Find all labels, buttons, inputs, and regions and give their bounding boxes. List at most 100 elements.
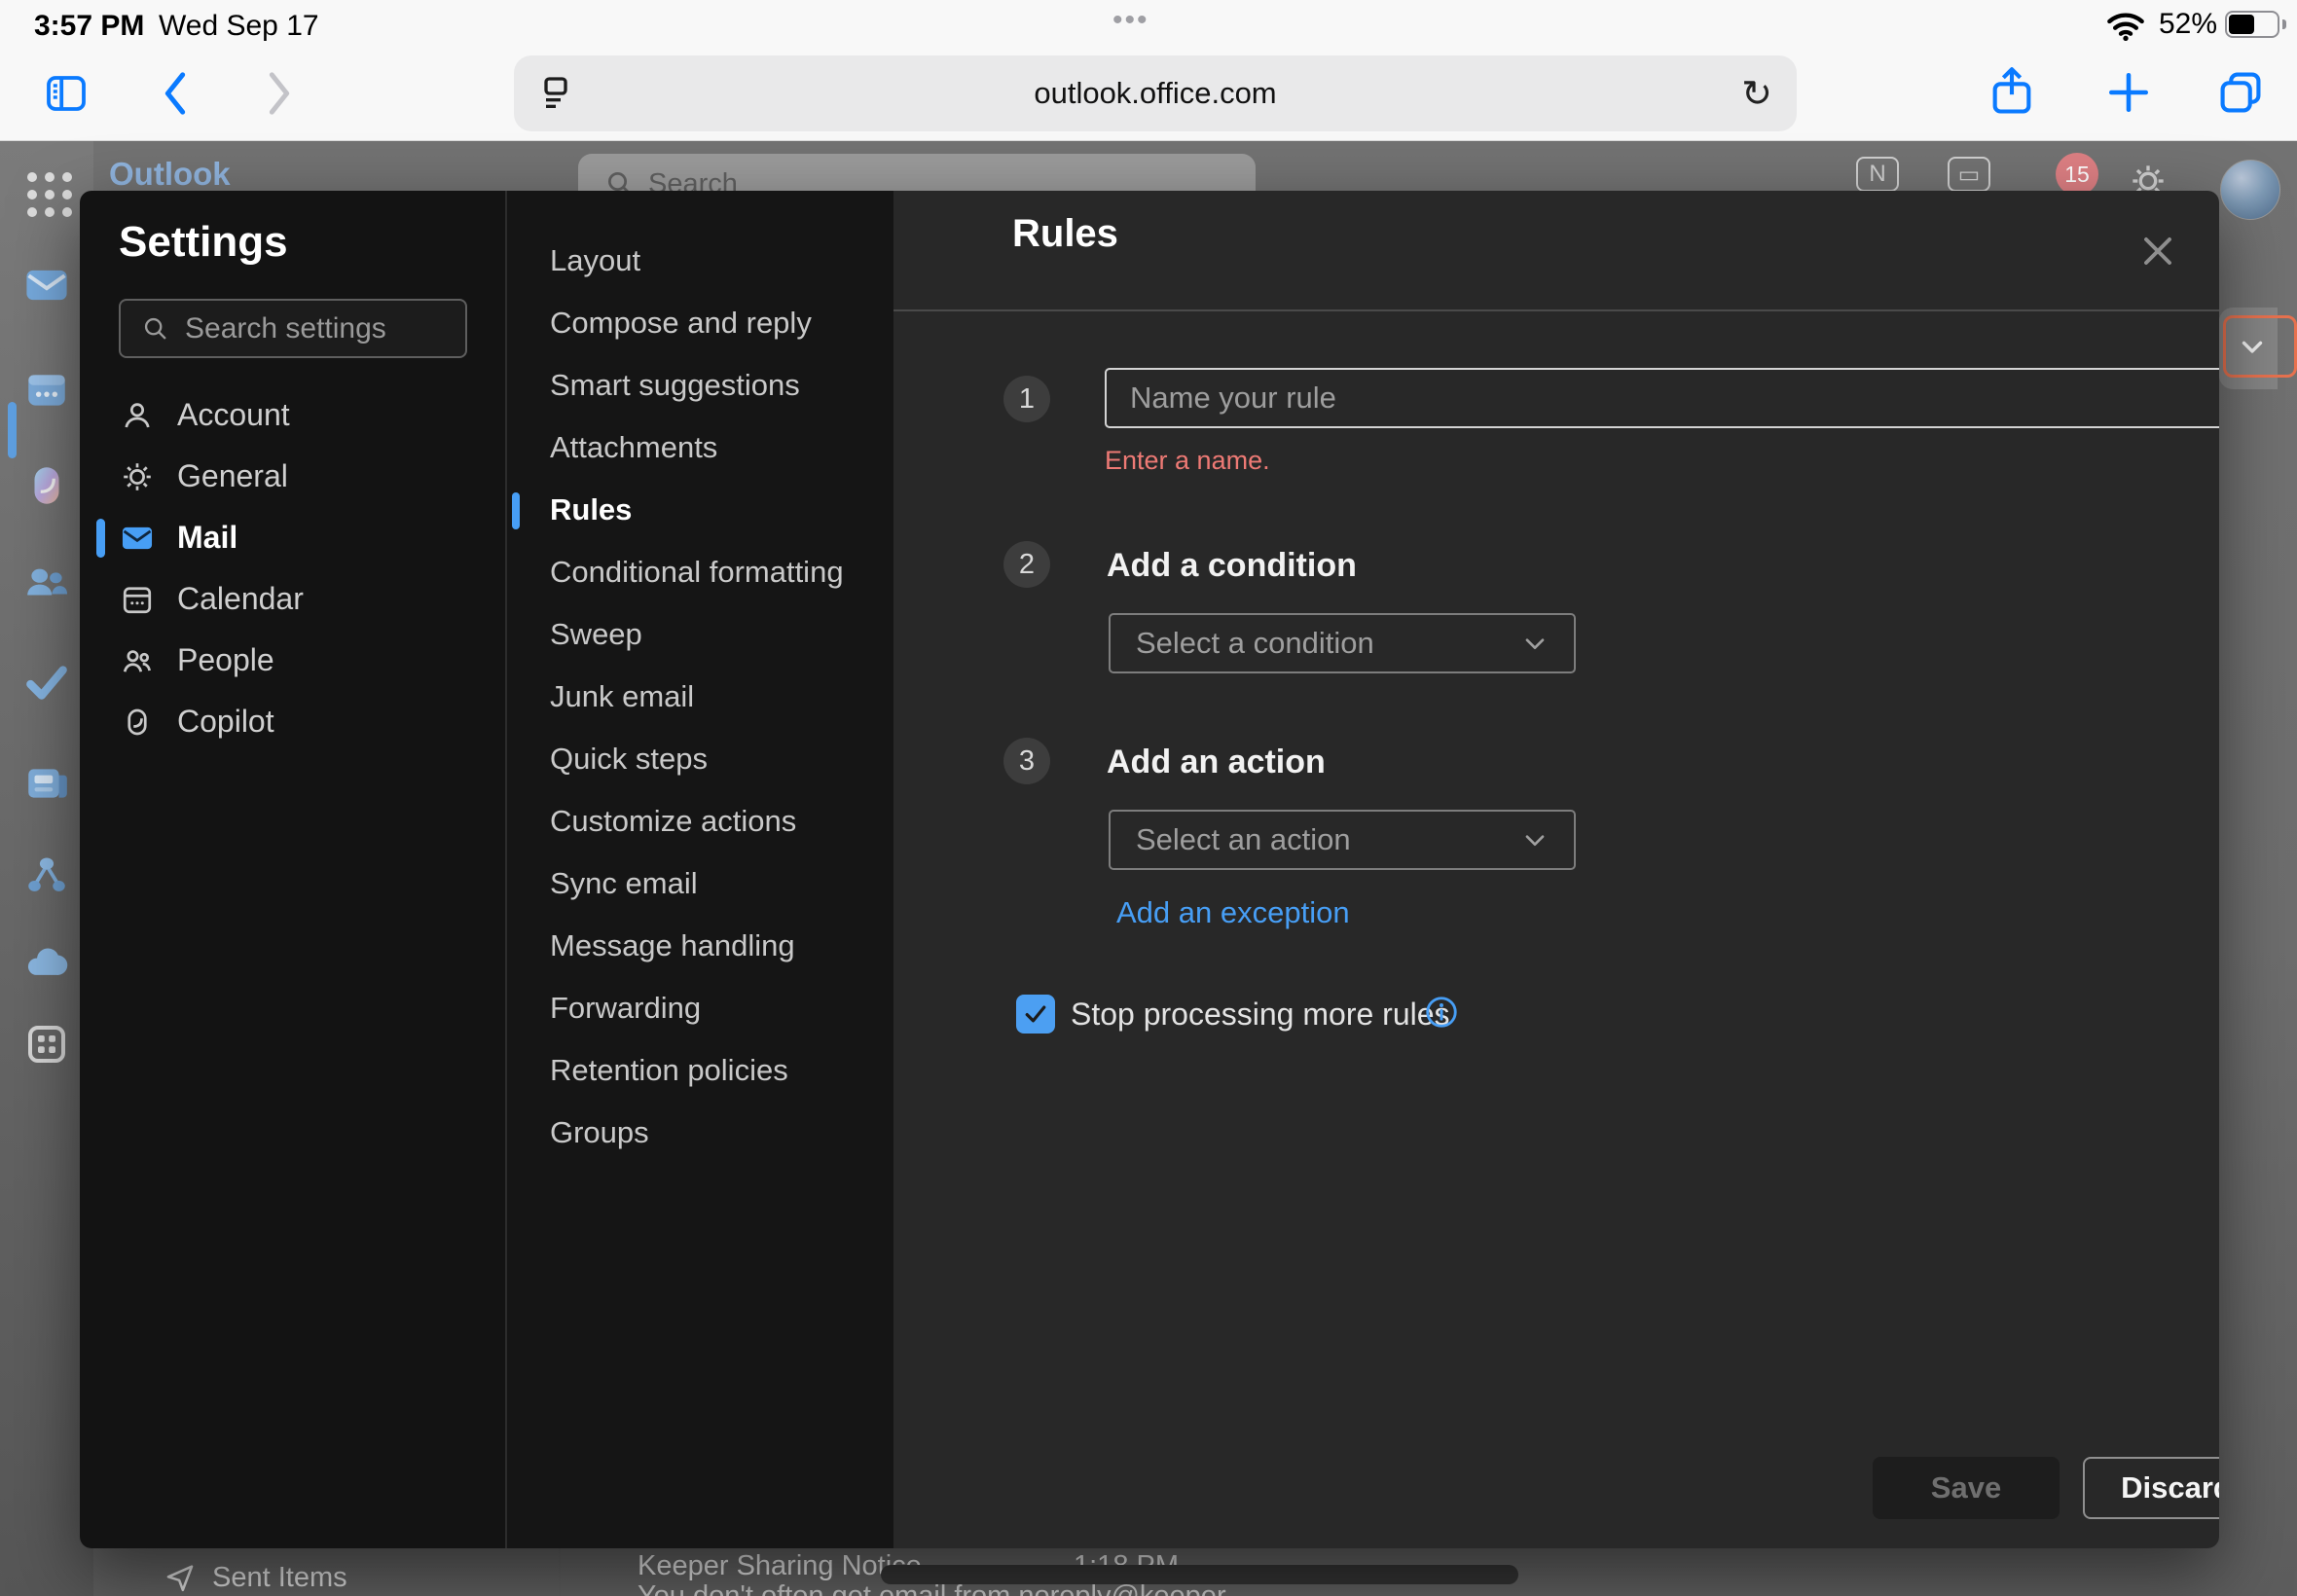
rail-calendar-icon[interactable] <box>19 363 74 417</box>
settings-nav-copilot[interactable]: Copilot <box>80 691 505 752</box>
chevron-down-icon <box>1519 628 1550 659</box>
name-error-text: Enter a name. <box>1105 446 1270 476</box>
step-1-badge: 1 <box>1003 376 1050 422</box>
check-icon <box>1021 999 1050 1029</box>
folder-sent-items[interactable]: Sent Items <box>164 1561 347 1594</box>
status-menu-dots[interactable]: ••• <box>1112 4 1149 37</box>
settings-nav-general[interactable]: General <box>80 446 505 507</box>
mail-nav-junk-email[interactable]: Junk email <box>507 666 893 728</box>
wifi-icon <box>2100 8 2151 45</box>
rail-news-icon[interactable] <box>19 756 74 811</box>
mail-nav-quick-steps[interactable]: Quick steps <box>507 728 893 790</box>
step-3-badge: 3 <box>1003 738 1050 784</box>
header-divider <box>893 309 2219 311</box>
tabs-overview-button[interactable] <box>2211 62 2270 123</box>
close-icon[interactable] <box>2133 227 2182 275</box>
rail-selected-indicator <box>8 402 17 458</box>
rail-more-apps-icon[interactable] <box>21 1019 72 1070</box>
back-button[interactable] <box>151 68 200 119</box>
reload-button[interactable]: ↻ <box>1732 69 1781 118</box>
share-button[interactable] <box>1982 60 2042 125</box>
mail-nav-compose[interactable]: Compose and reply <box>507 292 893 354</box>
battery-percent: 52% <box>2159 8 2217 41</box>
app-launcher-icon[interactable] <box>27 172 72 217</box>
mail-nav-sync-email[interactable]: Sync email <box>507 852 893 915</box>
settings-nav-mail[interactable]: Mail <box>80 507 505 568</box>
rail-mail-icon[interactable] <box>19 258 74 312</box>
rail-people-icon[interactable] <box>19 556 74 610</box>
mail-settings-nav: Layout Compose and reply Smart suggestio… <box>507 230 893 1164</box>
settings-nav-calendar[interactable]: Calendar <box>80 568 505 630</box>
selected-indicator <box>512 492 520 529</box>
rules-pane: Rules 1 Enter a name. 2 Add a condition … <box>893 191 2219 1548</box>
mail-nav-rules[interactable]: Rules <box>507 479 893 541</box>
forward-button[interactable] <box>255 68 304 119</box>
sidebar-toggle-button[interactable] <box>39 66 93 121</box>
mail-nav-layout[interactable]: Layout <box>507 230 893 292</box>
stop-processing-label: Stop processing more rules <box>1071 997 1450 1033</box>
settings-dialog: Settings Account General Mail <box>80 191 2219 1548</box>
email-subject[interactable]: Keeper Sharing Notice <box>638 1550 922 1582</box>
info-icon[interactable] <box>1423 994 1460 1031</box>
condition-select[interactable]: Select a condition <box>1109 613 1576 673</box>
mail-nav-groups[interactable]: Groups <box>507 1102 893 1164</box>
add-exception-link[interactable]: Add an exception <box>1116 895 1350 930</box>
mail-nav-smart-suggestions[interactable]: Smart suggestions <box>507 354 893 417</box>
search-icon <box>142 315 169 343</box>
rail-org-icon[interactable] <box>19 849 74 903</box>
account-icon <box>119 397 156 434</box>
discard-button[interactable]: Discard <box>2083 1457 2219 1519</box>
save-button[interactable]: Save <box>1873 1457 2060 1519</box>
user-avatar[interactable] <box>2220 160 2280 220</box>
folder-label: Sent Items <box>212 1562 347 1594</box>
home-indicator[interactable] <box>881 1565 1518 1584</box>
mail-nav-sweep[interactable]: Sweep <box>507 603 893 666</box>
dock-icon[interactable]: ▭ <box>1948 157 1990 192</box>
step-2-badge: 2 <box>1003 541 1050 588</box>
mail-nav-forwarding[interactable]: Forwarding <box>507 977 893 1039</box>
stop-processing-checkbox[interactable] <box>1016 995 1055 1034</box>
settings-search-box[interactable] <box>119 299 467 358</box>
background-error-dropdown[interactable] <box>2223 315 2297 378</box>
action-select[interactable]: Select an action <box>1109 810 1576 870</box>
battery-fill <box>2229 15 2254 34</box>
settings-title: Settings <box>119 218 288 267</box>
mail-nav-attachments[interactable]: Attachments <box>507 417 893 479</box>
mail-nav-message-handling[interactable]: Message handling <box>507 915 893 977</box>
notes-icon[interactable]: N <box>1856 157 1899 192</box>
gear-icon <box>119 458 156 495</box>
outlook-brand: Outlook <box>109 156 231 193</box>
battery-tip <box>2282 19 2286 29</box>
settings-nav-people[interactable]: People <box>80 630 505 691</box>
ipad-screen: 3:57 PM Wed Sep 17 ••• 52% outlook.offic… <box>0 0 2297 1596</box>
settings-search-input[interactable] <box>185 312 448 345</box>
condition-select-placeholder: Select a condition <box>1136 626 1374 661</box>
notification-badge[interactable]: 15 <box>2056 153 2098 196</box>
calendar-icon <box>119 581 156 618</box>
url-text: outlook.office.com <box>514 55 1797 131</box>
sent-icon <box>164 1561 197 1594</box>
people-icon <box>119 642 156 679</box>
mail-nav-conditional-formatting[interactable]: Conditional formatting <box>507 541 893 603</box>
rail-copilot-icon[interactable] <box>19 458 74 513</box>
settings-nav-account[interactable]: Account <box>80 384 505 446</box>
add-action-heading: Add an action <box>1107 744 1326 781</box>
rail-todo-icon[interactable] <box>19 655 74 709</box>
mail-icon <box>119 520 156 557</box>
status-date: Wed Sep 17 <box>159 10 319 43</box>
pane-divider <box>559 1548 561 1596</box>
settings-nav: Account General Mail Calendar Peo <box>80 384 505 752</box>
mail-settings-pane: Layout Compose and reply Smart suggestio… <box>505 191 893 1548</box>
mail-nav-customize-actions[interactable]: Customize actions <box>507 790 893 852</box>
add-condition-heading: Add a condition <box>1107 547 1357 585</box>
rule-name-input[interactable] <box>1105 368 2219 428</box>
rail-onedrive-icon[interactable] <box>19 936 74 991</box>
mail-nav-retention-policies[interactable]: Retention policies <box>507 1039 893 1102</box>
new-tab-button[interactable] <box>2100 64 2157 121</box>
rules-title: Rules <box>1012 212 1118 256</box>
action-select-placeholder: Select an action <box>1136 822 1351 857</box>
browser-chrome: 3:57 PM Wed Sep 17 ••• 52% outlook.offic… <box>0 0 2297 141</box>
settings-pane: Settings Account General Mail <box>80 191 505 1548</box>
address-bar[interactable]: outlook.office.com ↻ <box>514 55 1797 131</box>
chevron-down-icon <box>1519 824 1550 855</box>
